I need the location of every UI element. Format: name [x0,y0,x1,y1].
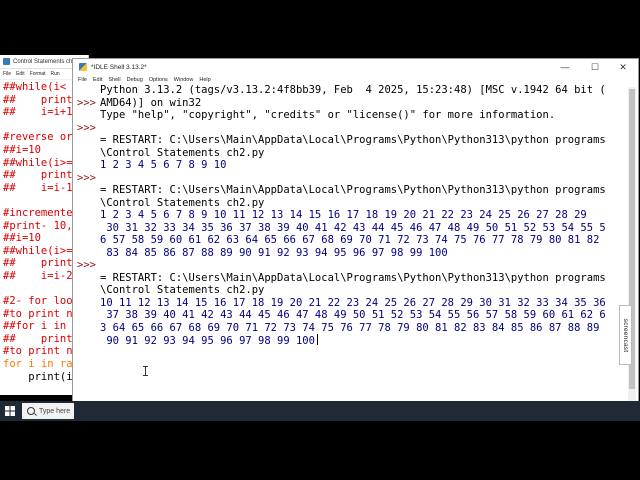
close-button[interactable]: ✕ [610,59,636,75]
screencast-watermark: screencast [619,305,632,365]
shell-prompt: >>> [77,259,96,271]
search-icon [27,407,35,415]
shell-output-line: 6 57 58 59 60 61 62 63 64 65 66 67 68 69… [100,234,600,246]
idle-shell-window: *IDLE Shell 3.13.2* — ☐ ✕ File Edit Shel… [72,58,639,418]
menu-help[interactable]: Help [199,77,210,83]
shell-line: Python 3.13.2 (tags/v3.13.2:4f8bb39, Feb… [100,84,606,96]
windows-logo-icon [5,406,15,416]
bg-menu-file[interactable]: File [3,71,11,77]
text-cursor [316,334,318,345]
shell-title: *IDLE Shell 3.13.2* [91,63,147,71]
letterbox-bottom [0,421,640,480]
shell-line: \Control Statements ch2.py [100,284,265,296]
minimize-button[interactable]: — [552,59,578,75]
shell-output-line: 90 91 92 93 94 95 96 97 98 99 100 [100,334,629,347]
shell-line: = RESTART: C:\Users\Main\AppData\Local\P… [100,184,606,196]
menu-edit[interactable]: Edit [93,77,102,83]
maximize-button[interactable]: ☐ [582,59,608,75]
shell-prompt: >>> [77,96,96,109]
shell-titlebar[interactable]: *IDLE Shell 3.13.2* — ☐ ✕ [73,59,638,75]
shell-prompt: >>> [77,121,96,134]
shell-line: = RESTART: C:\Users\Main\AppData\Local\P… [100,134,606,146]
shell-output-line: 30 31 32 33 34 35 36 37 38 39 40 41 42 4… [100,221,606,234]
taskbar-search-placeholder: Type here [39,407,71,415]
start-button[interactable] [0,401,20,421]
menu-options[interactable]: Options [149,77,168,83]
taskbar-search-box[interactable]: Type here [22,403,74,419]
shell-line: \Control Statements ch2.py [100,196,265,209]
screencast-watermark-text: screencast [622,318,629,352]
shell-line: = RESTART: C:\Users\Main\AppData\Local\P… [100,271,606,284]
shell-line: AMD64)] on win32 [100,96,202,109]
shell-prompt: >>> [77,171,96,184]
idle-app-icon [79,63,87,71]
python-file-icon [3,58,10,65]
menu-shell[interactable]: Shell [108,77,120,83]
ibeam-cursor-icon [143,366,148,376]
menu-window[interactable]: Window [174,77,194,83]
prompt-gutter: >>> >>> >>> >>> [75,87,97,415]
shell-line: \Control Statements ch2.py [100,146,265,159]
shell-output-line: 37 38 39 40 41 42 43 44 45 46 47 48 49 5… [100,309,606,321]
menu-file[interactable]: File [78,77,87,83]
shell-line: Type "help", "copyright", "credits" or "… [100,109,556,121]
bg-menu-run[interactable]: Run [51,71,60,77]
bg-menu-edit[interactable]: Edit [16,71,25,77]
shell-output-line: 10 11 12 13 14 15 16 17 18 19 20 21 22 2… [100,296,606,309]
shell-output-line: 1 2 3 4 5 6 7 8 9 10 [100,159,227,171]
shell-output-line: 83 84 85 86 87 88 89 90 91 92 93 94 95 9… [100,246,448,259]
shell-output-line: 3 64 65 66 67 68 69 70 71 72 73 74 75 76… [100,321,600,334]
windows-taskbar: Type here [0,401,640,421]
shell-output-line: 1 2 3 4 5 6 7 8 9 10 11 12 13 14 15 16 1… [100,209,587,221]
bg-menu-format[interactable]: Format [30,71,46,77]
menu-debug[interactable]: Debug [127,77,143,83]
shell-text-area[interactable]: Python 3.13.2 (tags/v3.13.2:4f8bb39, Feb… [100,84,629,414]
